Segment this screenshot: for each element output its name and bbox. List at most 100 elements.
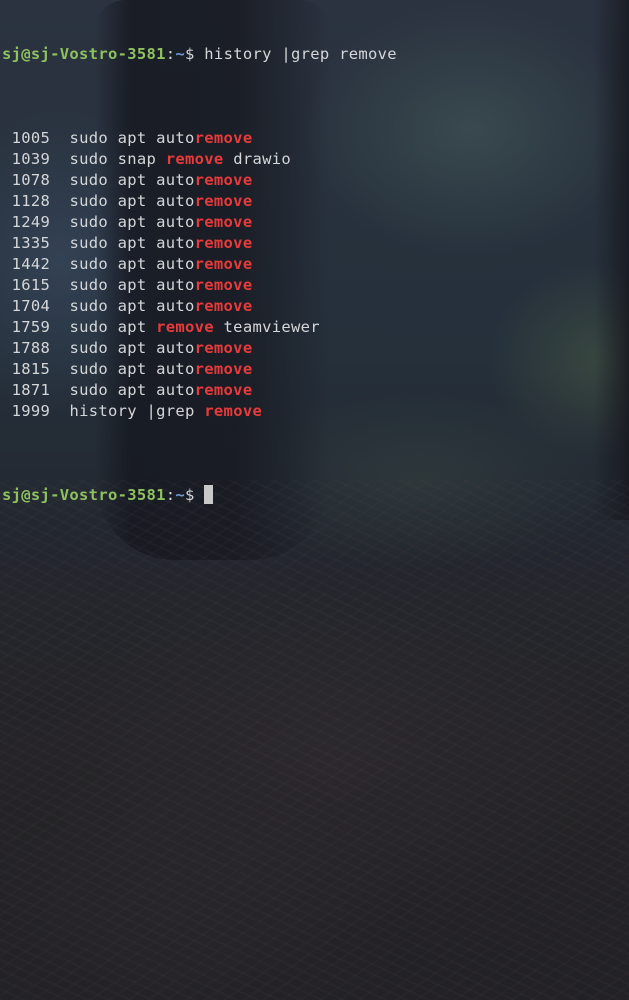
- prompt-cwd: ~: [175, 486, 186, 504]
- history-command-text: sudo apt auto: [69, 192, 195, 210]
- history-gap: [50, 339, 69, 357]
- command-line: sj@sj-Vostro-3581:~$ history |grep remov…: [2, 44, 629, 65]
- history-command-text-after: teamviewer: [213, 318, 320, 336]
- history-gap: [50, 297, 69, 315]
- history-number: 1039: [11, 150, 51, 168]
- history-number: 1815: [11, 360, 51, 378]
- history-command-text: sudo apt auto: [69, 171, 195, 189]
- grep-match-highlight: remove: [194, 297, 253, 315]
- grep-match-highlight: remove: [204, 402, 263, 420]
- history-command-text: sudo apt auto: [69, 213, 195, 231]
- history-line-indent: [2, 150, 12, 168]
- history-line-indent: [2, 255, 12, 273]
- terminal-output[interactable]: sj@sj-Vostro-3581:~$ history |grep remov…: [2, 2, 629, 527]
- history-command-text: history |grep: [69, 402, 205, 420]
- history-number: 1999: [11, 402, 51, 420]
- history-gap: [50, 129, 69, 147]
- history-line-indent: [2, 318, 12, 336]
- history-command-text: sudo apt auto: [69, 255, 195, 273]
- active-prompt-line[interactable]: sj@sj-Vostro-3581:~$: [2, 485, 629, 506]
- grep-match-highlight: remove: [194, 129, 253, 147]
- grep-match-highlight: remove: [156, 318, 214, 336]
- history-command-text: sudo apt auto: [69, 276, 195, 294]
- history-gap: [50, 150, 69, 168]
- history-command-text: sudo apt auto: [69, 360, 195, 378]
- history-line-indent: [2, 234, 12, 252]
- history-line: 1999 history |grep remove: [2, 401, 629, 422]
- history-line-indent: [2, 402, 12, 420]
- history-line-indent: [2, 297, 12, 315]
- grep-match-highlight: remove: [194, 339, 253, 357]
- history-number: 1871: [11, 381, 51, 399]
- history-number: 1704: [11, 297, 51, 315]
- text-cursor[interactable]: [204, 485, 214, 504]
- history-line: 1005 sudo apt autoremove: [2, 128, 629, 149]
- history-gap: [50, 192, 69, 210]
- history-line: 1039 sudo snap remove drawio: [2, 149, 629, 170]
- forest-floor-shape: [0, 480, 629, 1000]
- history-gap: [50, 171, 69, 189]
- history-command-text: sudo apt auto: [69, 339, 195, 357]
- history-line-indent: [2, 171, 12, 189]
- grep-match-highlight: remove: [194, 213, 253, 231]
- history-number: 1615: [11, 276, 51, 294]
- history-gap: [50, 360, 69, 378]
- history-number: 1788: [11, 339, 51, 357]
- prompt-user-host: sj@sj-Vostro-3581: [2, 486, 166, 504]
- history-gap: [50, 234, 69, 252]
- history-number: 1005: [11, 129, 51, 147]
- history-command-text: sudo apt auto: [69, 381, 195, 399]
- history-line-indent: [2, 213, 12, 231]
- history-gap: [50, 381, 69, 399]
- history-command-text: sudo apt auto: [69, 234, 195, 252]
- grep-match-highlight: remove: [194, 171, 253, 189]
- grep-match-highlight: remove: [194, 381, 253, 399]
- grep-match-highlight: remove: [194, 255, 253, 273]
- prompt-symbol: $: [185, 45, 195, 63]
- prompt-user-host: sj@sj-Vostro-3581: [2, 45, 166, 63]
- history-gap: [50, 276, 69, 294]
- history-gap: [50, 255, 69, 273]
- history-line: 1128 sudo apt autoremove: [2, 191, 629, 212]
- history-line: 1759 sudo apt remove teamviewer: [2, 317, 629, 338]
- grep-match-highlight: remove: [194, 234, 253, 252]
- history-line-indent: [2, 276, 12, 294]
- history-line: 1871 sudo apt autoremove: [2, 380, 629, 401]
- grep-match-highlight: remove: [194, 192, 253, 210]
- history-line-indent: [2, 192, 12, 210]
- history-number: 1249: [11, 213, 51, 231]
- history-line-indent: [2, 129, 12, 147]
- history-gap: [50, 213, 69, 231]
- entered-command: history |grep remove: [194, 45, 397, 63]
- grep-match-highlight: remove: [165, 150, 224, 168]
- history-number: 1128: [11, 192, 51, 210]
- history-gap: [50, 402, 69, 420]
- grep-match-highlight: remove: [194, 360, 253, 378]
- history-number: 1442: [11, 255, 51, 273]
- history-line-indent: [2, 339, 12, 357]
- history-number: 1078: [11, 171, 51, 189]
- history-line: 1078 sudo apt autoremove: [2, 170, 629, 191]
- history-command-text: sudo apt auto: [69, 129, 195, 147]
- history-line: 1815 sudo apt autoremove: [2, 359, 629, 380]
- history-command-text: sudo snap: [69, 150, 166, 168]
- history-line-indent: [2, 360, 12, 378]
- history-line: 1615 sudo apt autoremove: [2, 275, 629, 296]
- prompt-symbol: $: [185, 486, 195, 504]
- history-line: 1788 sudo apt autoremove: [2, 338, 629, 359]
- history-gap: [50, 318, 69, 336]
- history-command-text: sudo apt auto: [69, 297, 195, 315]
- prompt-separator: :: [165, 45, 176, 63]
- history-line: 1442 sudo apt autoremove: [2, 254, 629, 275]
- history-line: 1335 sudo apt autoremove: [2, 233, 629, 254]
- prompt-separator: :: [165, 486, 176, 504]
- history-command-text-after: drawio: [223, 150, 291, 168]
- history-number: 1759: [11, 318, 51, 336]
- history-output-list: 1005 sudo apt autoremove 1039 sudo snap …: [2, 128, 629, 422]
- prompt-cwd: ~: [175, 45, 186, 63]
- history-number: 1335: [11, 234, 51, 252]
- history-line: 1704 sudo apt autoremove: [2, 296, 629, 317]
- grep-match-highlight: remove: [194, 276, 253, 294]
- history-line-indent: [2, 381, 12, 399]
